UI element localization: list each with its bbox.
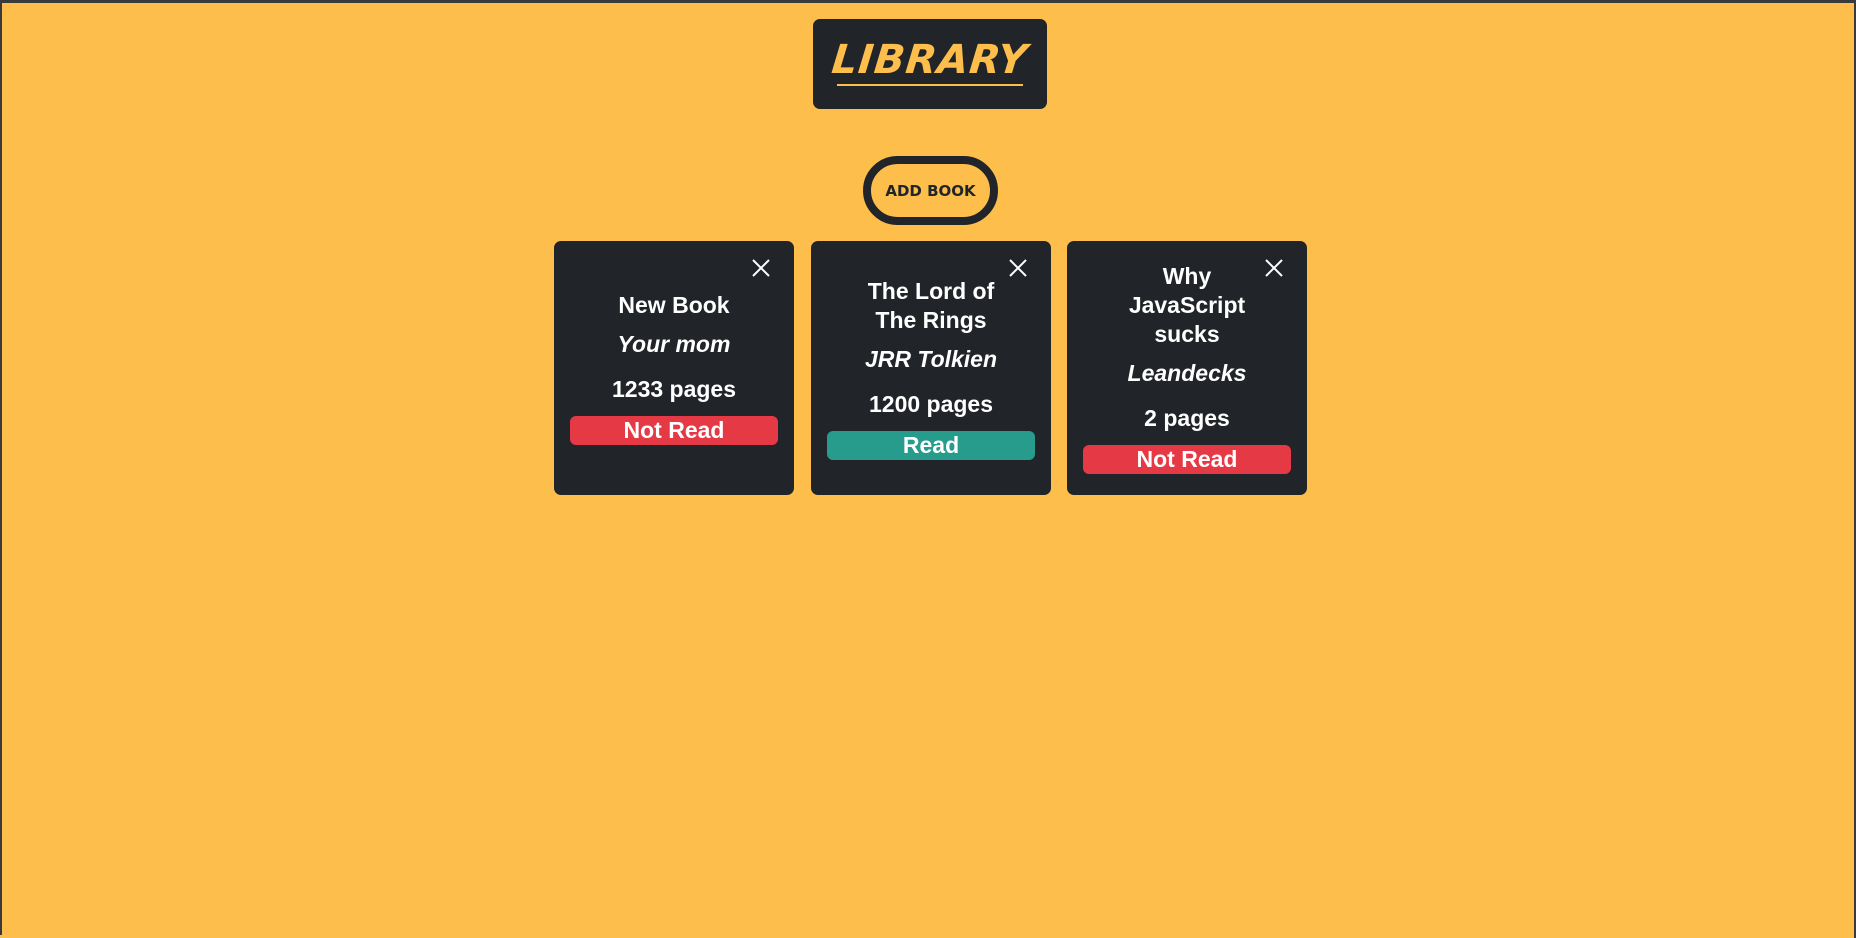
library-header: LIBRARY: [813, 19, 1047, 109]
book-card: New Book Your mom 1233 pages Not Read: [554, 241, 794, 495]
book-title: Why JavaScript sucks: [1128, 263, 1246, 347]
close-icon[interactable]: [1263, 257, 1285, 279]
read-status-toggle[interactable]: Read: [827, 430, 1035, 460]
add-book-button[interactable]: ADD BOOK: [863, 156, 998, 225]
read-status-toggle[interactable]: Not Read: [570, 416, 778, 445]
book-pages: 1200 pages: [868, 390, 994, 417]
book-card: Why JavaScript sucks Leandecks 2 pages N…: [1067, 241, 1307, 495]
book-pages: 1233 pages: [611, 376, 737, 402]
book-author: Leandecks: [1127, 360, 1247, 386]
close-icon[interactable]: [1007, 257, 1029, 279]
book-author: Your mom: [617, 331, 731, 357]
book-title: New Book: [618, 292, 730, 318]
book-card: The Lord of The Rings JRR Tolkien 1200 p…: [811, 241, 1051, 495]
close-icon[interactable]: [750, 257, 772, 279]
book-pages: 2 pages: [1144, 405, 1230, 431]
logo-underline: [837, 84, 1023, 86]
book-author: JRR Tolkien: [864, 345, 998, 372]
library-logo: LIBRARY: [829, 37, 1031, 83]
book-title: The Lord of The Rings: [867, 277, 995, 333]
read-status-toggle[interactable]: Not Read: [1083, 445, 1291, 474]
